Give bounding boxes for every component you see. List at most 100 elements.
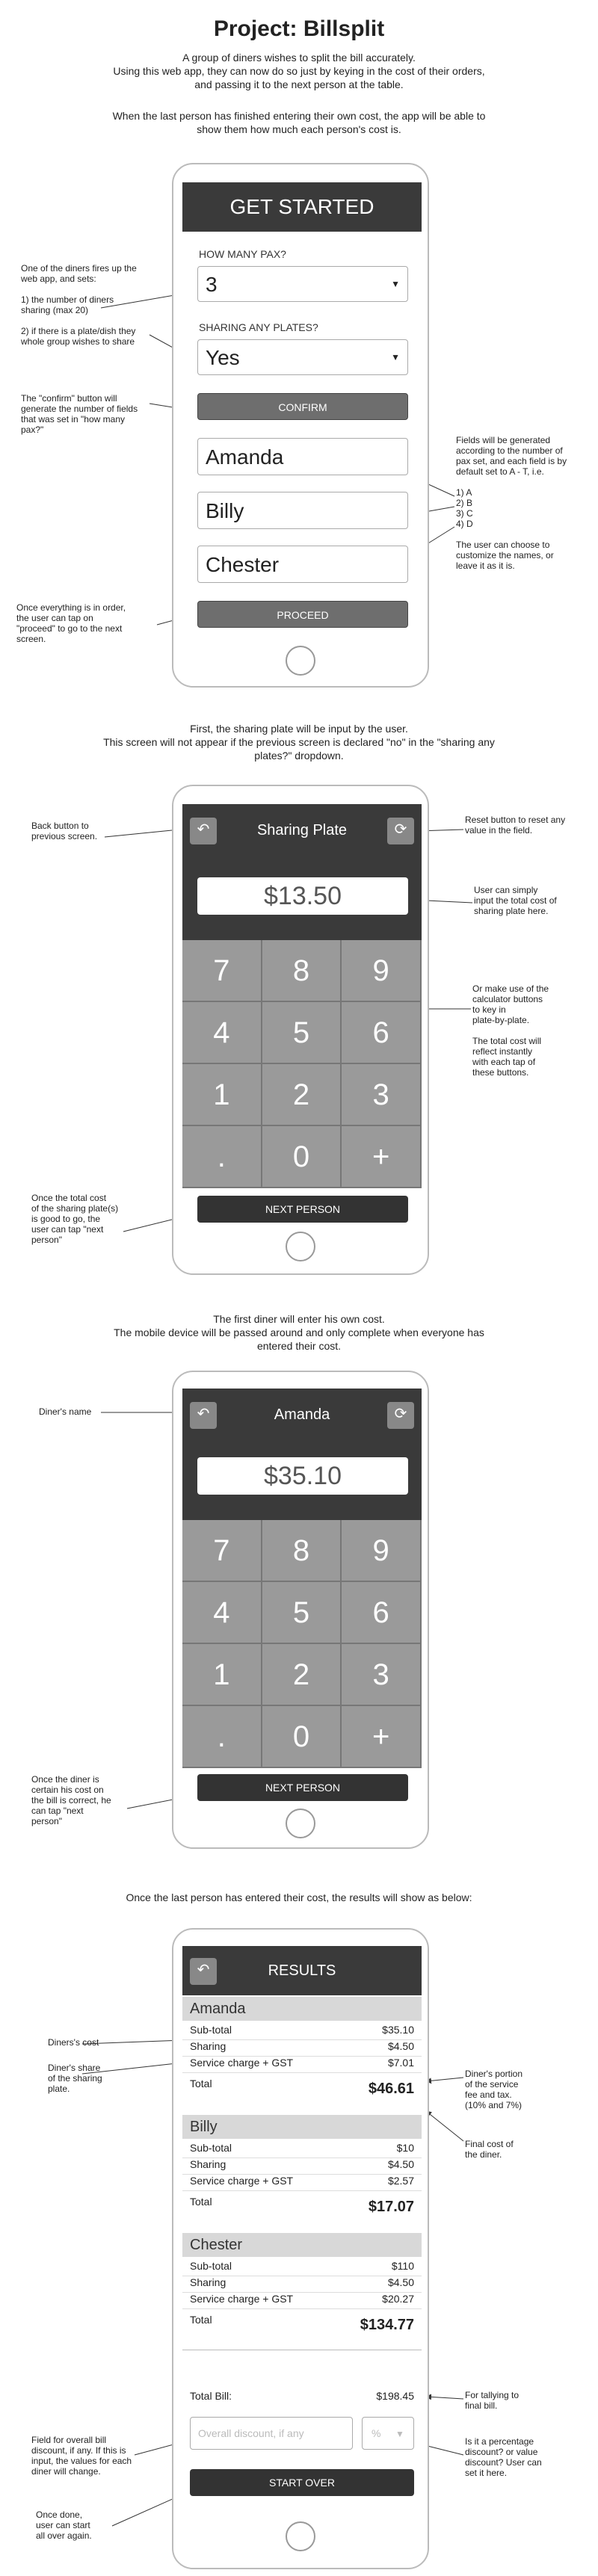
total-bill-row: Total Bill: $198.45 <box>190 2390 414 2402</box>
keypad-key[interactable]: 3 <box>342 1064 422 1126</box>
keypad-key[interactable]: 7 <box>182 940 262 1002</box>
keypad-key[interactable]: 6 <box>342 1582 422 1644</box>
note-back: Back button to previous screen. <box>31 821 98 841</box>
pax-select[interactable]: 3 ▼ <box>197 266 408 302</box>
home-button-icon[interactable] <box>286 646 315 676</box>
discount-placeholder: Overall discount, if any <box>198 2427 304 2439</box>
screen-get-started: GET STARTED HOW MANY PAX? 3 ▼ SHARING AN… <box>182 182 422 631</box>
keypad-key[interactable]: 5 <box>262 1002 342 1064</box>
note-next-person: Once the total cost of the sharing plate(… <box>31 1193 119 1245</box>
note-start-over: Once done, user can start all over again. <box>36 2509 92 2541</box>
keypad-key[interactable]: 5 <box>262 1582 342 1644</box>
sharing-row: Sharing $4.50 <box>182 2040 422 2057</box>
keypad-key[interactable]: 7 <box>182 1520 262 1582</box>
note-reset: Reset button to reset any value in the fi… <box>465 815 566 835</box>
keypad-key[interactable]: 0 <box>262 1706 342 1768</box>
keypad-key[interactable]: 1 <box>182 1064 262 1126</box>
note-discount-type: Is it a percentage discount? or value disc… <box>465 2436 542 2478</box>
pax-label: HOW MANY PAX? <box>199 248 286 260</box>
name-field-2-value: Billy <box>206 499 244 522</box>
keypad-key[interactable]: 8 <box>262 1520 342 1582</box>
note-diner-name: Diner's name <box>39 1406 92 1417</box>
note-discount-field: Field for overall bill discount, if any. … <box>31 2435 132 2477</box>
note-proceed: Once everything is in order, the user can… <box>16 602 126 644</box>
diner-section-header: Chester <box>182 2233 422 2257</box>
note-screen1-setup: One of the diners fires up the web app, a… <box>21 263 137 347</box>
back-arrow-icon[interactable]: ↶ <box>190 1958 217 1985</box>
keypad-key[interactable]: + <box>342 1126 422 1188</box>
keypad-key[interactable]: 4 <box>182 1582 262 1644</box>
sharing-label: SHARING ANY PLATES? <box>199 321 318 333</box>
keypad-key[interactable]: 8 <box>262 940 342 1002</box>
note-diners-cost: Diners's cost <box>48 2037 99 2048</box>
sharing-row: Sharing $4.50 <box>182 2276 422 2293</box>
screen-sharing-plate: ↶ Sharing Plate ⟳ $13.50 7 8 9 4 5 6 1 2 3. 0 + NE… <box>182 804 422 1223</box>
keypad-key[interactable]: . <box>182 1126 262 1188</box>
service-row: Service charge + GST $2.57 <box>182 2175 422 2191</box>
section2-text: First, the sharing plate will be input b… <box>103 723 495 762</box>
note-fields: Fields will be generated according to the… <box>456 435 567 571</box>
keypad-key[interactable]: 9 <box>342 940 422 1002</box>
keypad-key[interactable]: + <box>342 1706 422 1768</box>
keypad-key[interactable]: 2 <box>262 1064 342 1126</box>
diner-section-header: Amanda <box>182 1997 422 2021</box>
back-arrow-icon[interactable]: ↶ <box>190 818 217 844</box>
note-calculator: Or make use of the calculator buttons to k… <box>472 983 549 1078</box>
confirm-button[interactable]: CONFIRM <box>197 393 408 420</box>
next-person-button[interactable]: NEXT PERSON <box>197 1196 408 1223</box>
note-final-cost: Final cost of the diner. <box>465 2139 514 2160</box>
sharing-amount-input[interactable]: $13.50 <box>197 877 408 915</box>
section4-text: Once the last person has entered their c… <box>126 1891 472 1903</box>
total-row: Total $134.77 <box>190 2314 414 2333</box>
keypad: 7 8 9 4 5 6 1 2 3. 0 + <box>182 1520 422 1768</box>
subtotal-row: Sub-total $35.10 <box>182 2024 422 2040</box>
note-diner-next: Once the diner is certain his cost on the … <box>31 1774 111 1826</box>
caret-down-icon: ▼ <box>391 352 400 362</box>
keypad-key[interactable]: 4 <box>182 1002 262 1064</box>
results-title: RESULTS <box>268 1962 336 1979</box>
home-button-icon[interactable] <box>286 2521 315 2551</box>
note-input-total: User can simply input the total cost of sh… <box>474 885 557 916</box>
diner-amount-input[interactable]: $35.10 <box>197 1457 408 1495</box>
sharing-value: Yes <box>206 346 240 369</box>
keypad-key[interactable]: 1 <box>182 1644 262 1706</box>
proceed-button[interactable]: PROCEED <box>197 601 408 628</box>
discount-unit-select[interactable]: % ▼ <box>362 2417 414 2450</box>
diner-name-title: Amanda <box>274 1406 330 1423</box>
screen-results: ↶ RESULTS Amanda Sub-total $35.10 Sharing… <box>182 1946 422 2514</box>
note-tally: For tallying to final bill. <box>465 2390 520 2411</box>
back-arrow-icon[interactable]: ↶ <box>190 1402 217 1429</box>
total-row: Total $46.61 <box>190 2078 414 2097</box>
sharing-select[interactable]: Yes ▼ <box>197 339 408 375</box>
keypad-key[interactable]: 9 <box>342 1520 422 1582</box>
header-get-started: GET STARTED <box>182 182 422 232</box>
service-row: Service charge + GST $20.27 <box>182 2293 422 2309</box>
home-button-icon[interactable] <box>286 1232 315 1261</box>
next-person-button[interactable]: NEXT PERSON <box>197 1774 408 1801</box>
keypad-key[interactable]: . <box>182 1706 262 1768</box>
name-field-3[interactable]: Chester <box>197 546 408 583</box>
name-field-1[interactable]: Amanda <box>197 438 408 475</box>
start-over-button[interactable]: START OVER <box>190 2469 414 2496</box>
refresh-icon[interactable]: ⟳ <box>387 1402 414 1429</box>
keypad-key[interactable]: 3 <box>342 1644 422 1706</box>
sharing-row: Sharing $4.50 <box>182 2158 422 2175</box>
subtotal-row: Sub-total $10 <box>182 2142 422 2158</box>
name-field-1-value: Amanda <box>206 445 284 469</box>
caret-down-icon: ▼ <box>395 2429 404 2439</box>
note-sharing-share: Diner's share of the sharing plate. <box>48 2063 102 2094</box>
total-row: Total $17.07 <box>190 2196 414 2215</box>
discount-input[interactable]: Overall discount, if any <box>190 2417 353 2450</box>
keypad-key[interactable]: 0 <box>262 1126 342 1188</box>
sharing-header-title: Sharing Plate <box>256 822 348 838</box>
keypad-key[interactable]: 6 <box>342 1002 422 1064</box>
caret-down-icon: ▼ <box>391 279 400 289</box>
home-button-icon[interactable] <box>286 1809 315 1838</box>
discount-unit-value: % <box>372 2427 381 2439</box>
keypad-key[interactable]: 2 <box>262 1644 342 1706</box>
service-row: Service charge + GST $7.01 <box>182 2057 422 2073</box>
subtotal-row: Sub-total $110 <box>182 2260 422 2276</box>
diner-section-header: Billy <box>182 2115 422 2139</box>
refresh-icon[interactable]: ⟳ <box>387 818 414 844</box>
name-field-2[interactable]: Billy <box>197 492 408 529</box>
